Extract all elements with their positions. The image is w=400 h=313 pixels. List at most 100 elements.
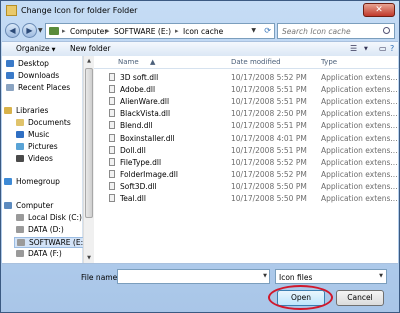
column-name[interactable]: Name	[118, 58, 139, 66]
nav-item-libraries[interactable]: Libraries	[4, 106, 48, 117]
nav-item-downloads[interactable]: Downloads	[6, 71, 59, 82]
file-row[interactable]: AlienWare.dll 10/17/2008 5:51 PM Applicati…	[94, 95, 398, 107]
refresh-icon[interactable]: ⟳	[264, 26, 271, 35]
content-area: Desktop Downloads Recent Places Libraries Do…	[2, 56, 398, 264]
nav-item-pictures[interactable]: Pictures	[16, 142, 58, 153]
nav-item-local-disk-c[interactable]: Local Disk (C:)	[16, 213, 82, 224]
nav-item-documents[interactable]: Documents	[16, 118, 71, 129]
chevron-down-icon[interactable]: ▼	[263, 273, 267, 279]
homegroup-icon	[4, 178, 12, 185]
folder-icon	[6, 5, 17, 16]
file-row[interactable]: Adobe.dll 10/17/2008 5:51 PM Application e…	[94, 83, 398, 95]
address-bar[interactable]: ▸ Computer ▸ SOFTWARE (E:) ▸ Icon cache …	[45, 23, 275, 39]
file-date: 10/17/2008 5:51 PM	[231, 121, 307, 131]
file-date: 10/17/2008 5:52 PM	[231, 73, 307, 82]
file-type-select[interactable]: Icon files ▼	[275, 269, 387, 284]
help-icon[interactable]: ?	[390, 44, 394, 53]
breadcrumb-separator[interactable]: ▸	[175, 27, 179, 35]
recent-pages-dropdown-icon[interactable]: ▼	[38, 27, 43, 34]
file-name: 3D soft.dll	[120, 73, 159, 82]
pictures-icon	[16, 143, 24, 150]
dll-file-icon	[109, 194, 115, 202]
cancel-button[interactable]: Cancel	[336, 290, 384, 306]
file-type: Application extens...	[321, 121, 398, 131]
file-type-value: Icon files	[279, 273, 313, 282]
file-type: Application extens...	[321, 109, 398, 119]
file-row[interactable]: Soft3D.dll 10/17/2008 5:50 PM Application …	[94, 180, 398, 192]
file-date: 10/17/2008 5:52 PM	[231, 157, 307, 167]
breadcrumb-software-drive[interactable]: SOFTWARE (E:)	[114, 27, 171, 36]
computer-icon	[4, 202, 12, 209]
nav-item-computer[interactable]: Computer	[4, 201, 53, 212]
file-row[interactable]: Boxinstaller.dll 10/17/2008 4:01 PM Applic…	[94, 132, 398, 144]
file-date: 10/17/2008 5:50 PM	[231, 194, 307, 203]
file-name: Doll.dll	[120, 145, 146, 155]
file-name: BlackVista.dll	[120, 109, 171, 119]
search-icon[interactable]	[383, 27, 390, 34]
nav-scrollbar[interactable]: ▲ ▼	[83, 56, 94, 263]
file-row[interactable]: FileType.dll 10/17/2008 5:52 PM Applicatio…	[94, 156, 398, 168]
nav-item-label: Computer	[16, 201, 54, 210]
breadcrumb-icon-cache[interactable]: Icon cache	[183, 27, 223, 36]
scroll-thumb[interactable]	[85, 68, 93, 218]
dll-file-icon	[109, 85, 115, 94]
organize-button[interactable]: Organize ▼	[16, 44, 55, 53]
file-date: 10/17/2008 2:50 PM	[231, 109, 307, 119]
nav-item-software-e[interactable]: SOFTWARE (E:)	[14, 237, 88, 248]
dll-file-icon	[109, 109, 115, 118]
file-row[interactable]: Teal.dll 10/17/2008 5:50 PM Application ex…	[94, 192, 398, 204]
file-type: Application extens...	[321, 133, 398, 143]
column-type[interactable]: Type	[321, 58, 337, 66]
back-button[interactable]: ◀	[5, 23, 20, 38]
search-input[interactable]: Search Icon cache	[282, 27, 351, 36]
address-dropdown-icon[interactable]: ▼	[251, 27, 256, 34]
title-bar: Change Icon for folder Folder ✕	[1, 1, 399, 21]
breadcrumb-separator[interactable]: ▸	[62, 27, 66, 35]
file-date: 10/17/2008 5:51 PM	[231, 85, 307, 95]
file-type: Application extens...	[321, 169, 398, 179]
file-row[interactable]: 3D soft.dll 10/17/2008 5:52 PM Application…	[94, 71, 398, 83]
file-row[interactable]: BlackVista.dll 10/17/2008 2:50 PM Applicat…	[94, 107, 398, 119]
view-options-icon[interactable]: ☰	[350, 44, 357, 53]
drive-icon	[16, 214, 24, 221]
preview-pane-icon[interactable]: ▭	[379, 44, 387, 53]
nav-item-data-f[interactable]: DATA (F:)	[16, 249, 62, 260]
file-row[interactable]: Blend.dll 10/17/2008 5:51 PM Application e…	[94, 119, 398, 131]
drive-icon	[16, 226, 24, 233]
nav-item-recent-places[interactable]: Recent Places	[6, 83, 70, 94]
dll-file-icon	[109, 169, 115, 178]
file-date: 10/17/2008 5:51 PM	[231, 145, 307, 155]
documents-icon	[16, 119, 24, 126]
file-row[interactable]: FolderImage.dll 10/17/2008 5:52 PM Applica…	[94, 168, 398, 180]
sort-ascending-icon: ▲	[150, 58, 156, 66]
nav-item-label: Videos	[28, 154, 53, 163]
breadcrumb-computer[interactable]: Computer	[70, 27, 107, 36]
new-folder-button[interactable]: New folder	[70, 44, 111, 53]
chevron-down-icon[interactable]: ▼	[364, 46, 368, 52]
file-type: Application extens...	[321, 97, 398, 107]
downloads-icon	[6, 72, 14, 79]
nav-item-label: Libraries	[16, 106, 49, 115]
column-date-modified[interactable]: Date modified	[231, 58, 281, 66]
scroll-up-icon[interactable]: ▲	[84, 56, 94, 66]
nav-item-data-d[interactable]: DATA (D:)	[16, 225, 64, 236]
forward-button[interactable]: ▶	[22, 23, 37, 38]
nav-item-homegroup[interactable]: Homegroup	[4, 177, 60, 188]
nav-item-videos[interactable]: Videos	[16, 154, 53, 165]
close-button[interactable]: ✕	[363, 3, 395, 17]
nav-item-label: DATA (D:)	[28, 225, 64, 234]
scroll-down-icon[interactable]: ▼	[84, 253, 94, 263]
file-date: 10/17/2008 5:50 PM	[231, 181, 307, 191]
breadcrumb-separator[interactable]: ▸	[106, 27, 110, 35]
file-name: Soft3D.dll	[120, 181, 157, 191]
file-name: Blend.dll	[120, 121, 153, 131]
nav-item-label: SOFTWARE (E:)	[29, 238, 87, 247]
file-name-field[interactable]: ▼	[117, 269, 270, 284]
nav-item-desktop[interactable]: Desktop	[6, 59, 49, 70]
desktop-icon	[6, 60, 14, 67]
search-box[interactable]: Search Icon cache	[277, 23, 395, 39]
file-row[interactable]: Doll.dll 10/17/2008 5:51 PM Application ex…	[94, 144, 398, 156]
nav-item-music[interactable]: Music	[16, 130, 49, 141]
chevron-down-icon: ▼	[379, 273, 383, 279]
nav-item-label: Local Disk (C:)	[28, 213, 82, 222]
